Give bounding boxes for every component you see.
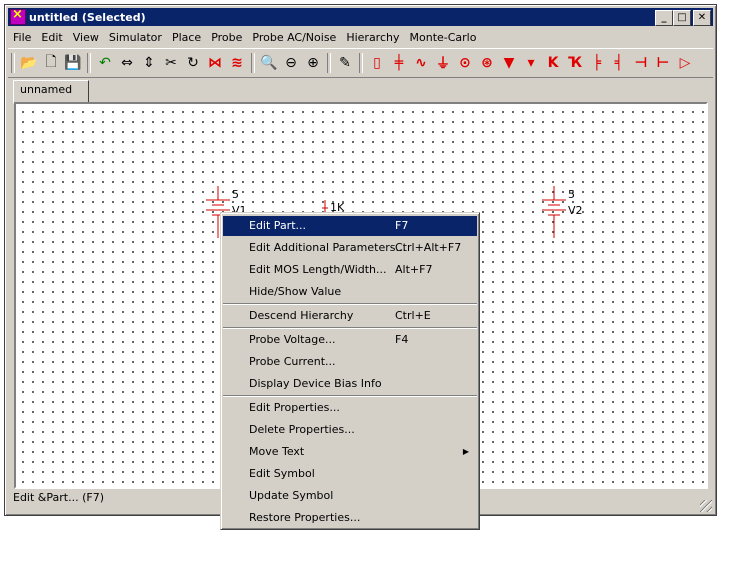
menu-separator [223,303,477,305]
close-button[interactable]: ✕ [693,10,711,26]
menu-item-probe-current[interactable]: Probe Current... [223,352,477,372]
toolbar-separator [87,53,91,73]
menu-simulator[interactable]: Simulator [104,31,167,44]
toolbar-separator [327,53,331,73]
v2-value-label: 5 [568,188,575,201]
menu-view[interactable]: View [68,31,104,44]
menu-separator [223,395,477,397]
toolbar-separator [251,53,255,73]
menu-item-edit-symbol[interactable]: Edit Symbol [223,464,477,484]
voltage-source-icon[interactable]: ⊙ [455,53,475,73]
toolbar-separator [359,53,363,73]
menu-item-delete-properties[interactable]: Delete Properties... [223,420,477,440]
mirror-icon[interactable]: ⇔ [117,53,137,73]
menu-file[interactable]: File [8,31,36,44]
menu-probe[interactable]: Probe [206,31,247,44]
zoom-fit-icon[interactable]: 🔍 [259,53,279,73]
cut-icon[interactable]: ✂ [161,53,181,73]
inductor-icon[interactable]: ∿ [411,53,431,73]
menu-separator [223,327,477,329]
menu-edit[interactable]: Edit [36,31,67,44]
menu-item-edit-mos-length-width[interactable]: Edit MOS Length/Width... Alt+F7 [223,260,477,280]
resistor-icon[interactable]: ▯ [367,53,387,73]
minimize-button[interactable]: _ [655,10,673,26]
menu-item-descend-hierarchy[interactable]: Descend Hierarchy Ctrl+E [223,306,477,326]
capacitor-icon[interactable]: ╪ [389,53,409,73]
menu-item-move-text[interactable]: Move Text ▶ [223,442,477,462]
v1-value-label: 5 [232,188,239,201]
break-wire-icon[interactable]: ≋ [227,53,247,73]
menu-item-edit-additional-parameters[interactable]: Edit Additional Parameters... Ctrl+Alt+F… [223,238,477,258]
opamp-icon[interactable]: ▷ [675,53,695,73]
menu-item-hide-show-value[interactable]: Hide/Show Value [223,282,477,302]
undo-icon[interactable]: ↶ [95,53,115,73]
menu-hierarchy[interactable]: Hierarchy [341,31,404,44]
app-icon [10,7,26,25]
maximize-button[interactable]: □ [673,10,691,26]
menu-item-display-device-bias-info[interactable]: Display Device Bias Info [223,374,477,394]
status-bar-text: Edit &Part... (F7) [13,491,104,504]
submenu-arrow-icon: ▶ [462,447,469,456]
jfet-icon[interactable]: ⊣ [631,53,651,73]
ground-icon[interactable]: ⏚ [433,53,453,73]
menu-probe-ac-noise[interactable]: Probe AC/Noise [247,31,341,44]
nmos-icon[interactable]: ╞ [587,53,607,73]
pnp-transistor-icon[interactable]: Ҡ [565,53,585,73]
switch-icon[interactable]: ⊢ [653,53,673,73]
toolbar-grip [11,53,15,73]
rotate-icon[interactable]: ↻ [183,53,203,73]
v2-name-label: V2 [568,204,583,217]
zener-diode-icon[interactable]: ▾ [521,53,541,73]
pmos-icon[interactable]: ╡ [609,53,629,73]
menu-item-probe-voltage[interactable]: Probe Voltage... F4 [223,330,477,350]
resize-grip-icon[interactable] [700,500,712,512]
tab-unnamed[interactable]: unnamed [13,80,89,104]
menu-place[interactable]: Place [167,31,206,44]
voltage-source-v2[interactable] [539,186,569,238]
draw-wire-icon[interactable]: ✎ [335,53,355,73]
menu-item-restore-properties[interactable]: Restore Properties... [223,508,477,528]
zoom-out-icon[interactable]: ⊖ [281,53,301,73]
title-bar[interactable]: untitled (Selected) _ □ ✕ [8,7,713,26]
menu-item-edit-part[interactable]: Edit Part... F7 [223,216,477,236]
npn-transistor-icon[interactable]: K [543,53,563,73]
menu-item-edit-properties[interactable]: Edit Properties... [223,398,477,418]
flip-icon[interactable]: ⇕ [139,53,159,73]
new-file-icon[interactable]: 🗋 [41,53,61,73]
save-icon[interactable]: 💾 [63,53,83,73]
toolbar: 📂 🗋 💾 ↶ ⇔ ⇕ ✂ ↻ ⋈ ≋ 🔍 ⊖ ⊕ ✎ ▯ ╪ ∿ ⏚ ⊙ ⊛ … [8,48,713,78]
current-source-icon[interactable]: ⊛ [477,53,497,73]
menu-monte-carlo[interactable]: Monte-Carlo [405,31,482,44]
zoom-in-icon[interactable]: ⊕ [303,53,323,73]
open-folder-icon[interactable]: 📂 [19,53,39,73]
menu-item-update-symbol[interactable]: Update Symbol [223,486,477,506]
menu-bar: File Edit View Simulator Place Probe Pro… [8,28,713,46]
context-menu: Edit Part... F7 Edit Additional Paramete… [220,212,480,530]
delete-wire-icon[interactable]: ⋈ [205,53,225,73]
diode-icon[interactable]: ▼ [499,53,519,73]
window-title: untitled (Selected) [29,10,146,24]
